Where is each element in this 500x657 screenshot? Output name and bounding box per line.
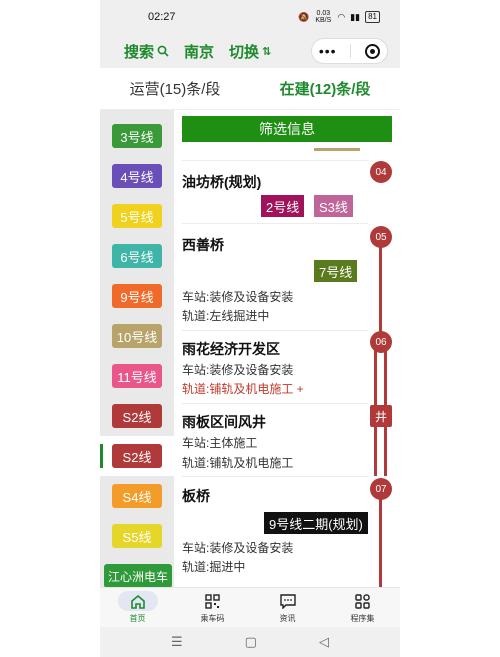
station-number-badge: 06 <box>370 331 392 353</box>
more-icon[interactable]: ••• <box>319 43 337 59</box>
home-icon <box>117 591 158 611</box>
nav-apps[interactable]: 程序集 <box>325 588 400 627</box>
station-detail: 车站:装修及设备安装 <box>182 541 294 555</box>
row-divider <box>182 160 368 161</box>
miniprogram-capsule: ••• <box>311 38 388 64</box>
nav-home-label: 首页 <box>129 614 146 623</box>
transfer-tag[interactable]: 9号线二期(规划) <box>264 512 368 534</box>
sidebar-line-s2-selected[interactable]: S2线 <box>112 444 162 468</box>
switch-city-button[interactable]: 切换 ⇅ <box>229 41 271 62</box>
sidebar-line-4[interactable]: 4号线 <box>112 164 162 188</box>
transfer-tag[interactable]: 7号线 <box>314 260 358 282</box>
line-sidebar: 3号线 4号线 5号线 6号线 9号线 10号线 11号线 S2线 S2线 S4… <box>100 110 174 588</box>
close-target-icon[interactable] <box>365 43 381 59</box>
nav-home[interactable]: 首页 <box>100 588 175 627</box>
station-list: 筛选信息 油坊桥(规划) 04 2号线 S3线 西善桥 05 7号线 车站:装修… <box>174 110 400 587</box>
track-detail: 轨道:左线掘进中 <box>182 309 270 323</box>
station-name[interactable]: 西善桥 <box>182 235 224 255</box>
system-nav-bar: ☰ ▢ ◁ <box>100 627 400 657</box>
sidebar-line-s2-a[interactable]: S2线 <box>112 404 162 428</box>
qr-code-icon <box>193 591 233 611</box>
sidebar-line-9[interactable]: 9号线 <box>112 284 162 308</box>
nav-news[interactable]: 资讯 <box>250 588 325 627</box>
sidebar-line-10[interactable]: 10号线 <box>112 324 162 348</box>
shaft-badge: 井 <box>370 405 392 427</box>
station-name[interactable]: 油坊桥(规划) <box>182 172 261 192</box>
status-time: 02:27 <box>148 11 176 23</box>
sidebar-selected-indicator <box>100 444 103 468</box>
line-color-bar <box>314 148 360 151</box>
sidebar-line-jiangxinzhou[interactable]: 江心洲电车 <box>104 564 172 588</box>
status-tabs: 运营(15)条/段 在建(12)条/段 <box>100 68 400 110</box>
mute-icon: 🔕 <box>298 11 310 22</box>
app-header: 搜索 南京 切换 ⇅ ••• <box>100 34 400 68</box>
station-detail: 车站:装修及设备安装 <box>182 290 294 304</box>
signal-icon: ▮▮ <box>350 11 361 22</box>
station-detail: 车站:装修及设备安装 <box>182 363 294 377</box>
route-line <box>379 498 382 587</box>
row-divider <box>182 330 368 331</box>
sidebar-line-s4[interactable]: S4线 <box>112 484 162 508</box>
nav-news-label: 资讯 <box>279 614 296 623</box>
status-icons: 🔕 0.03 KB/S ◠ ▮▮ 81 <box>298 10 380 24</box>
nav-ride-code[interactable]: 乘车码 <box>175 588 250 627</box>
transfer-tag[interactable]: S3线 <box>314 195 353 217</box>
status-bar: 02:27 🔕 0.03 KB/S ◠ ▮▮ 81 <box>100 0 400 34</box>
nav-apps-label: 程序集 <box>350 614 375 623</box>
back-icon[interactable]: ◁ <box>319 634 329 650</box>
wifi-icon: ◠ <box>337 11 346 22</box>
search-label: 搜索 <box>124 43 155 61</box>
station-name[interactable]: 雨花经济开发区 <box>182 339 280 359</box>
network-speed: 0.03 KB/S <box>315 10 332 24</box>
message-icon <box>268 591 308 611</box>
search-icon <box>157 45 169 57</box>
station-number-badge: 05 <box>370 226 392 248</box>
row-divider <box>182 223 368 224</box>
route-line <box>379 246 382 338</box>
city-label[interactable]: 南京 <box>184 41 214 62</box>
switch-label: 切换 <box>229 43 260 61</box>
station-name[interactable]: 雨板区间风井 <box>182 412 266 432</box>
battery-icon: 81 <box>365 11 380 23</box>
search-button[interactable]: 搜索 <box>124 41 169 62</box>
station-detail: 车站:主体施工 <box>182 436 258 450</box>
station-number-badge: 04 <box>370 161 392 183</box>
bottom-nav: 首页 乘车码 资讯 程序集 <box>100 587 400 627</box>
row-divider <box>182 403 368 404</box>
tab-operating[interactable]: 运营(15)条/段 <box>100 78 250 99</box>
swap-icon: ⇅ <box>262 45 272 58</box>
sidebar-line-11[interactable]: 11号线 <box>112 364 162 388</box>
filter-button[interactable]: 筛选信息 <box>182 116 392 142</box>
apps-icon <box>343 591 383 611</box>
phone-frame: 02:27 🔕 0.03 KB/S ◠ ▮▮ 81 搜索 南京 切换 ⇅ •••… <box>100 0 400 657</box>
sidebar-line-s5[interactable]: S5线 <box>112 524 162 548</box>
station-number-badge: 07 <box>370 478 392 500</box>
tab-under-construction[interactable]: 在建(12)条/段 <box>250 78 400 99</box>
capsule-divider <box>350 44 352 58</box>
sidebar-line-6[interactable]: 6号线 <box>112 244 162 268</box>
nav-ride-code-label: 乘车码 <box>200 614 225 623</box>
row-divider <box>182 476 368 477</box>
sidebar-line-3[interactable]: 3号线 <box>112 124 162 148</box>
home-square-icon[interactable]: ▢ <box>245 634 257 650</box>
track-detail: 轨道:掘进中 <box>182 560 246 574</box>
menu-icon[interactable]: ☰ <box>171 634 183 650</box>
content-area: 3号线 4号线 5号线 6号线 9号线 10号线 11号线 S2线 S2线 S4… <box>100 110 400 588</box>
transfer-tag[interactable]: 2号线 <box>261 195 305 217</box>
station-name[interactable]: 板桥 <box>182 486 210 506</box>
track-detail-expandable[interactable]: 轨道:铺轨及机电施工 + <box>182 380 304 397</box>
sidebar-line-5[interactable]: 5号线 <box>112 204 162 228</box>
track-detail: 轨道:铺轨及机电施工 <box>182 456 294 470</box>
